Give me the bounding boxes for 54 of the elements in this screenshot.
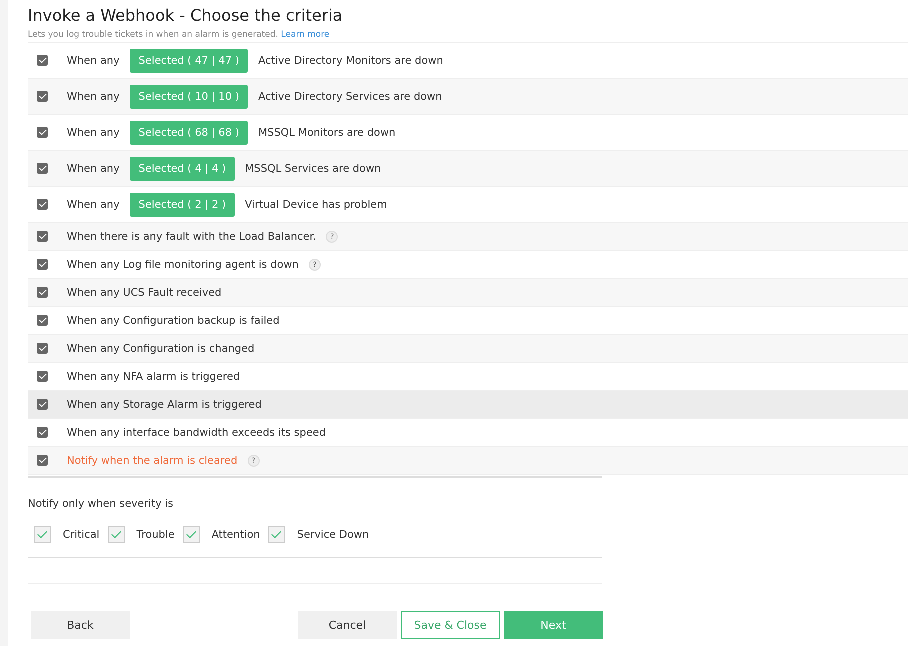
criteria-prefix: When any [67, 198, 120, 210]
criteria-prefix: When any [67, 162, 120, 174]
checkbox[interactable] [37, 399, 48, 410]
checkbox[interactable] [37, 163, 48, 174]
severity-option-label: Critical [63, 528, 100, 540]
selection-button[interactable]: Selected ( 68 | 68 ) [130, 120, 248, 144]
checkbox[interactable] [37, 427, 48, 438]
severity-checkbox[interactable] [182, 526, 200, 543]
checkbox[interactable] [37, 127, 48, 138]
criteria-label: When any Configuration backup is failed [67, 314, 280, 326]
checkbox[interactable] [37, 91, 48, 102]
criteria-prefix: When any [67, 90, 120, 102]
page-title: Invoke a Webhook - Choose the criteria [28, 6, 344, 25]
selection-button[interactable]: Selected ( 10 | 10 ) [130, 84, 248, 108]
criteria-label: Active Directory Services are down [258, 90, 442, 102]
criteria-label: Virtual Device has problem [245, 198, 388, 210]
severity-option-label: Service Down [297, 528, 370, 540]
checkbox[interactable] [37, 455, 48, 466]
checkbox[interactable] [37, 199, 48, 210]
criteria-prefix: When any [67, 126, 120, 138]
criteria-label: When any UCS Fault received [67, 286, 222, 298]
criteria-label: MSSQL Monitors are down [258, 126, 396, 138]
page-subtitle: Lets you log trouble tickets in when an alarm is generated. Learn more [28, 30, 331, 40]
cancel-button[interactable]: Cancel [298, 611, 397, 639]
checkbox[interactable] [37, 259, 48, 270]
severity-option-label: Attention [212, 528, 260, 540]
severity-checkbox[interactable] [34, 526, 51, 543]
criteria-label: When any interface bandwidth exceeds its speed [67, 426, 326, 438]
checkbox[interactable] [37, 231, 48, 242]
criteria-label: Active Directory Monitors are down [258, 54, 444, 66]
learn-more-link[interactable]: Learn more [281, 30, 330, 40]
criteria-label: When there is any fault with the Load Balancer. [67, 230, 316, 242]
checkbox[interactable] [37, 287, 48, 298]
checkbox[interactable] [37, 315, 48, 326]
selection-button[interactable]: Selected ( 4 | 4 ) [130, 156, 236, 180]
severity-checkbox[interactable] [108, 526, 125, 543]
severity-label: Notify only when severity is [28, 498, 174, 510]
criteria-label: When any NFA alarm is triggered [67, 370, 240, 382]
selection-button[interactable]: Selected ( 2 | 2 ) [130, 192, 236, 216]
checkbox[interactable] [37, 55, 48, 66]
severity-checkbox[interactable] [268, 526, 286, 543]
save-close-button[interactable]: Save & Close [401, 611, 500, 639]
checkbox[interactable] [37, 343, 48, 354]
back-button[interactable]: Back [31, 611, 130, 639]
selection-button[interactable]: Selected ( 47 | 47 ) [130, 48, 248, 72]
next-button[interactable]: Next [504, 611, 603, 639]
criteria-label: When any Storage Alarm is triggered [67, 398, 262, 410]
criteria-label: Notify when the alarm is cleared [67, 454, 238, 466]
criteria-label: MSSQL Services are down [245, 162, 382, 174]
checkbox[interactable] [37, 371, 48, 382]
criteria-label: When any Configuration is changed [67, 342, 255, 354]
criteria-prefix: When any [67, 54, 120, 66]
criteria-label: When any Log file monitoring agent is down [67, 258, 299, 270]
severity-option-label: Trouble [136, 528, 175, 540]
